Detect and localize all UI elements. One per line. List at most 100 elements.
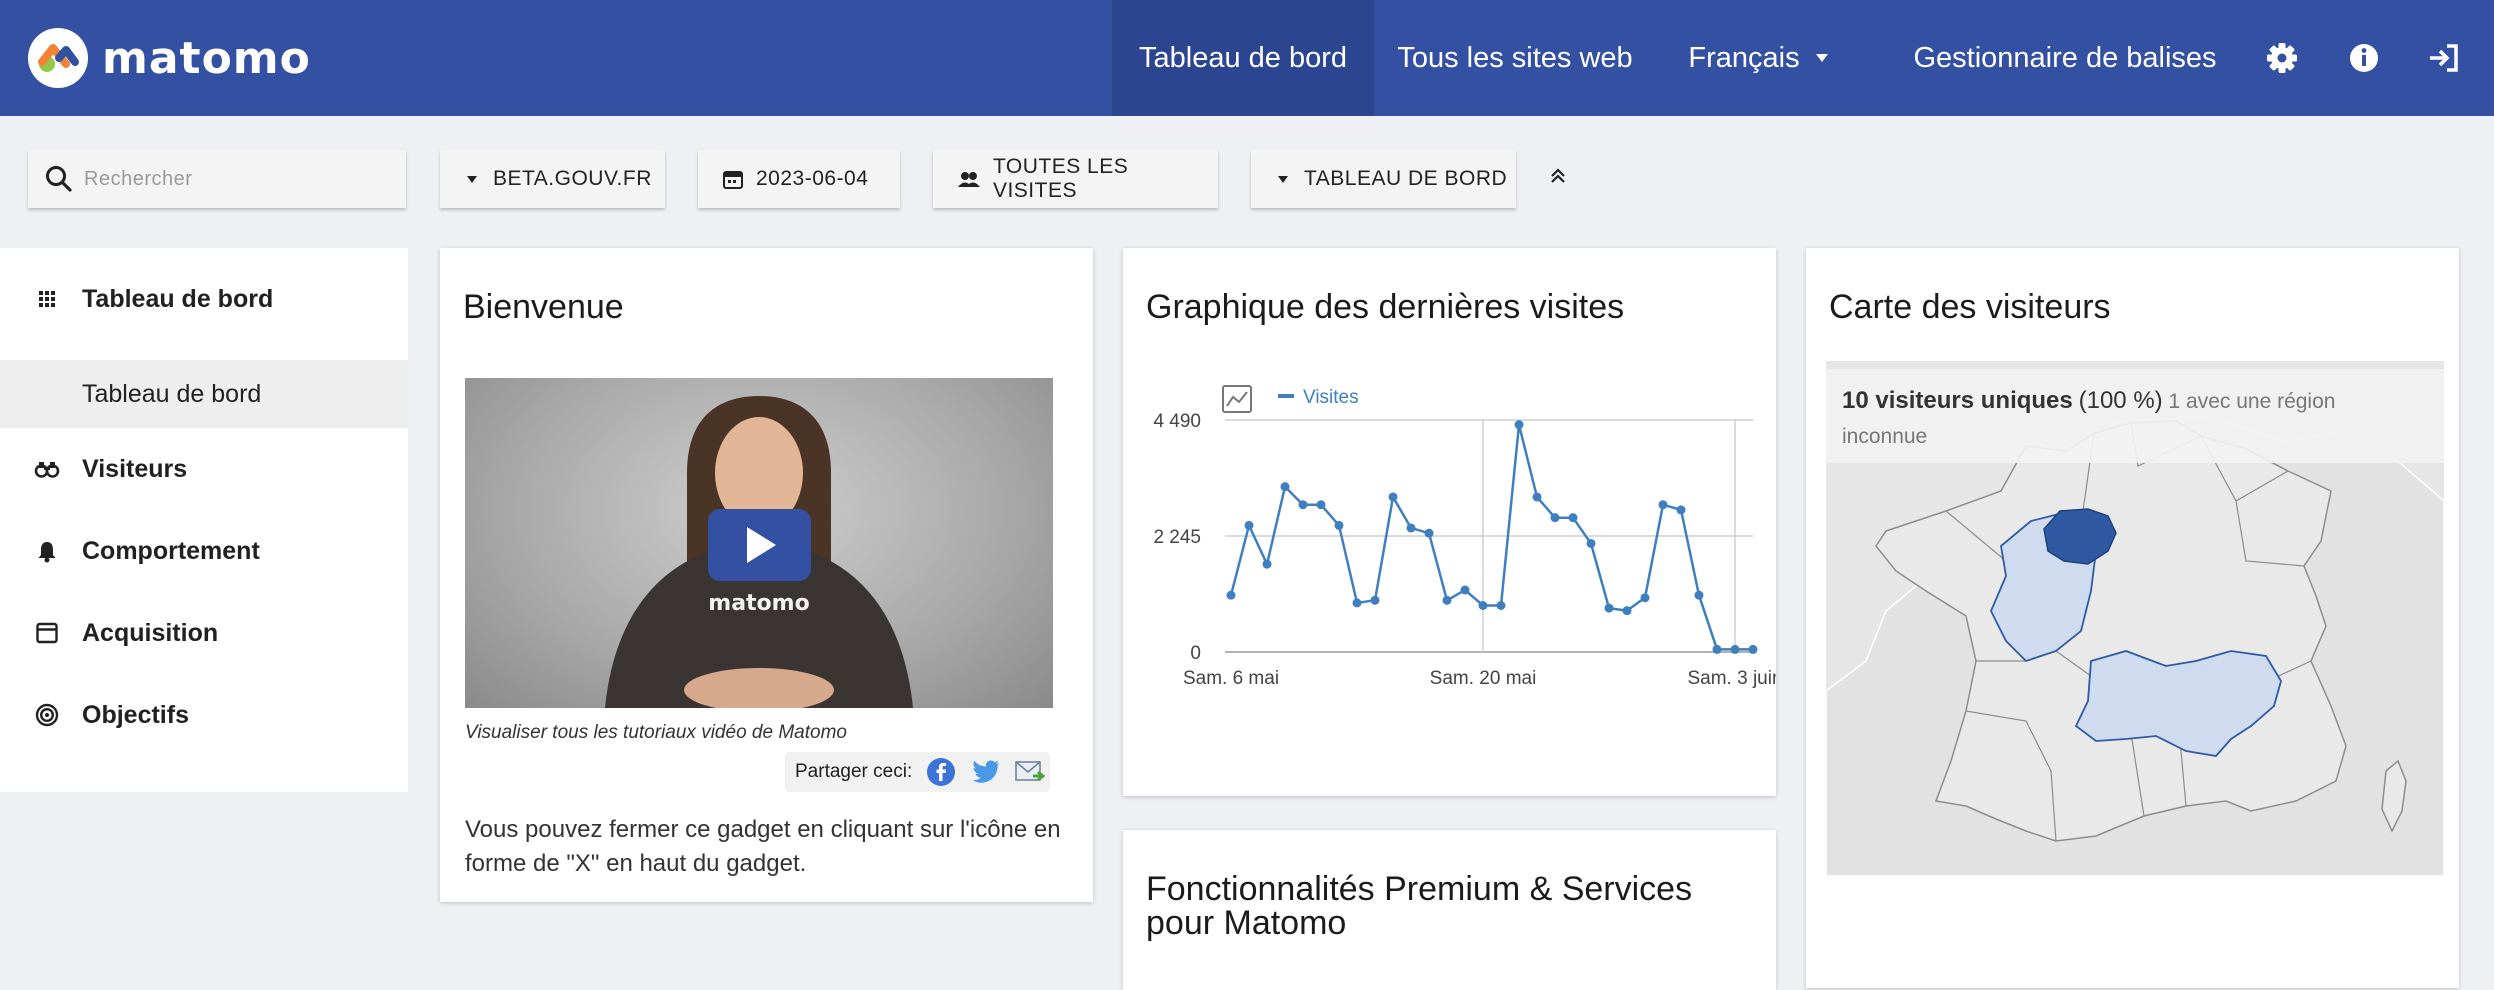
sidebar-item-acquisition[interactable]: Acquisition [0, 608, 408, 658]
sidebar-item-goals[interactable]: Objectifs [0, 690, 408, 740]
video-caption-link[interactable]: Visualiser tous les tutoriaux vidéo de M… [465, 722, 847, 744]
data-point[interactable] [1316, 500, 1326, 510]
date-selector[interactable]: 2023-06-04 [698, 150, 900, 208]
data-point[interactable] [1424, 528, 1434, 538]
share-label: Partager ceci: [795, 761, 913, 782]
data-point[interactable] [1730, 644, 1740, 654]
nav-all-websites[interactable]: Tous les sites web [1380, 0, 1650, 116]
search-box[interactable]: Rechercher [28, 150, 406, 208]
binoculars-icon [34, 462, 60, 478]
unique-visitors-count: 10 visiteurs uniques [1842, 387, 2073, 414]
map-summary-text: 10 visiteurs uniques (100 %) 1 avec une … [1842, 383, 2402, 454]
data-point[interactable] [1532, 492, 1542, 502]
data-point[interactable] [1586, 538, 1596, 548]
gear-icon[interactable] [2262, 38, 2302, 78]
nav-dashboard[interactable]: Tableau de bord [1112, 0, 1374, 116]
nav-tag-manager-label: Gestionnaire de balises [1913, 41, 2217, 74]
users-icon [957, 172, 980, 187]
data-point[interactable] [1622, 606, 1632, 616]
date-selector-label: 2023-06-04 [756, 167, 869, 190]
search-icon [46, 166, 72, 192]
site-selector[interactable]: BETA.GOUV.FR [440, 150, 665, 208]
calendar-icon [723, 171, 743, 189]
shirt-logo-text: matomo [708, 591, 809, 616]
language-label: Français [1688, 41, 1800, 74]
language-selector[interactable]: Français [1668, 0, 1848, 116]
sign-out-icon[interactable] [2424, 38, 2464, 78]
twitter-icon[interactable] [969, 758, 1001, 786]
widget-title: Graphique des dernières visites [1146, 288, 1625, 326]
data-point[interactable] [1604, 603, 1614, 613]
widget-welcome: Bienvenue matomo Visualiser tous les tut… [440, 248, 1093, 902]
data-point[interactable] [1658, 500, 1668, 510]
data-point[interactable] [1478, 600, 1488, 610]
collapse-toolbar-icon[interactable] [1546, 164, 1570, 193]
data-point[interactable] [1712, 644, 1722, 654]
site-selector-label: BETA.GOUV.FR [493, 167, 652, 190]
y-tick-label: 2 245 [1153, 527, 1201, 548]
sidebar-item-visitors[interactable]: Visiteurs [0, 444, 408, 494]
visitor-map[interactable]: 10 visiteurs uniques (100 %) 1 avec une … [1826, 361, 2444, 876]
widget-visits-graph: Graphique des dernières visites Visites … [1123, 248, 1776, 796]
logo-mark [28, 28, 88, 88]
data-point[interactable] [1334, 520, 1344, 530]
sidebar-item-label: Visiteurs [82, 454, 188, 483]
data-point[interactable] [1388, 492, 1398, 502]
data-point[interactable] [1460, 585, 1470, 595]
matomo-logo[interactable]: matomo [28, 28, 311, 88]
data-point[interactable] [1262, 559, 1272, 569]
sidebar-item-dashboard[interactable]: Tableau de bord [0, 274, 408, 324]
nav-tag-manager[interactable]: Gestionnaire de balises [1890, 0, 2240, 116]
data-point[interactable] [1748, 644, 1758, 654]
data-point[interactable] [1244, 520, 1254, 530]
sidebar-item-label: Acquisition [82, 618, 219, 647]
x-tick-label: Sam. 6 mai [1183, 668, 1279, 689]
info-icon[interactable] [2344, 38, 2384, 78]
caret-down-icon [1278, 175, 1288, 183]
video-thumbnail: matomo [605, 396, 913, 708]
x-tick-label: Sam. 20 mai [1430, 668, 1537, 689]
data-point[interactable] [1496, 600, 1506, 610]
data-point[interactable] [1352, 598, 1362, 608]
sidebar-subitem-label: Tableau de bord [82, 379, 262, 408]
data-point[interactable] [1640, 593, 1650, 603]
widget-title: Fonctionnalités Premium & Services pour … [1146, 870, 1693, 942]
data-point[interactable] [1226, 590, 1236, 600]
visits-series-line [1229, 424, 1753, 651]
sidebar-menu: Tableau de bord Tableau de bord Visiteur… [0, 248, 408, 792]
data-point[interactable] [1298, 500, 1308, 510]
data-point[interactable] [1442, 595, 1452, 605]
dashboard-selector[interactable]: TABLEAU DE BORD [1251, 150, 1516, 208]
logo-text: matomo [102, 32, 311, 84]
chart-type-icon[interactable] [1222, 385, 1252, 413]
legend-label[interactable]: Visites [1303, 387, 1359, 408]
bell-icon [38, 542, 56, 563]
sidebar-item-label: Tableau de bord [82, 284, 274, 313]
data-point[interactable] [1568, 513, 1578, 523]
data-point[interactable] [1694, 590, 1704, 600]
window-icon [36, 622, 58, 644]
data-point[interactable] [1550, 513, 1560, 523]
data-point[interactable] [1676, 505, 1686, 515]
data-point[interactable] [1514, 420, 1524, 430]
video-player[interactable]: matomo [465, 378, 1053, 708]
data-point[interactable] [1406, 523, 1416, 533]
sidebar-item-behaviour[interactable]: Comportement [0, 526, 408, 576]
target-icon [35, 703, 59, 727]
grid-icon [39, 291, 55, 307]
y-tick-label: 0 [1190, 643, 1201, 664]
visits-line-chart[interactable]: Visites 0 2 245 4 490 Sam. 6 mai Sam. 20 ma… [1123, 368, 1776, 808]
share-bar: Partager ceci: [785, 752, 1050, 792]
facebook-icon[interactable] [926, 757, 956, 787]
nav-all-websites-label: Tous les sites web [1397, 41, 1633, 74]
search-placeholder: Rechercher [84, 167, 193, 190]
data-point[interactable] [1280, 482, 1290, 492]
data-point[interactable] [1370, 595, 1380, 605]
segment-selector[interactable]: TOUTES LES VISITES [933, 150, 1218, 208]
email-icon[interactable] [1014, 758, 1046, 786]
y-tick-label: 4 490 [1153, 411, 1201, 432]
dashboard-selector-label: TABLEAU DE BORD [1304, 167, 1508, 190]
sidebar-subitem-dashboard[interactable]: Tableau de bord [0, 360, 408, 428]
segment-selector-label: TOUTES LES VISITES [992, 155, 1129, 202]
widget-title: Carte des visiteurs [1829, 288, 2111, 326]
